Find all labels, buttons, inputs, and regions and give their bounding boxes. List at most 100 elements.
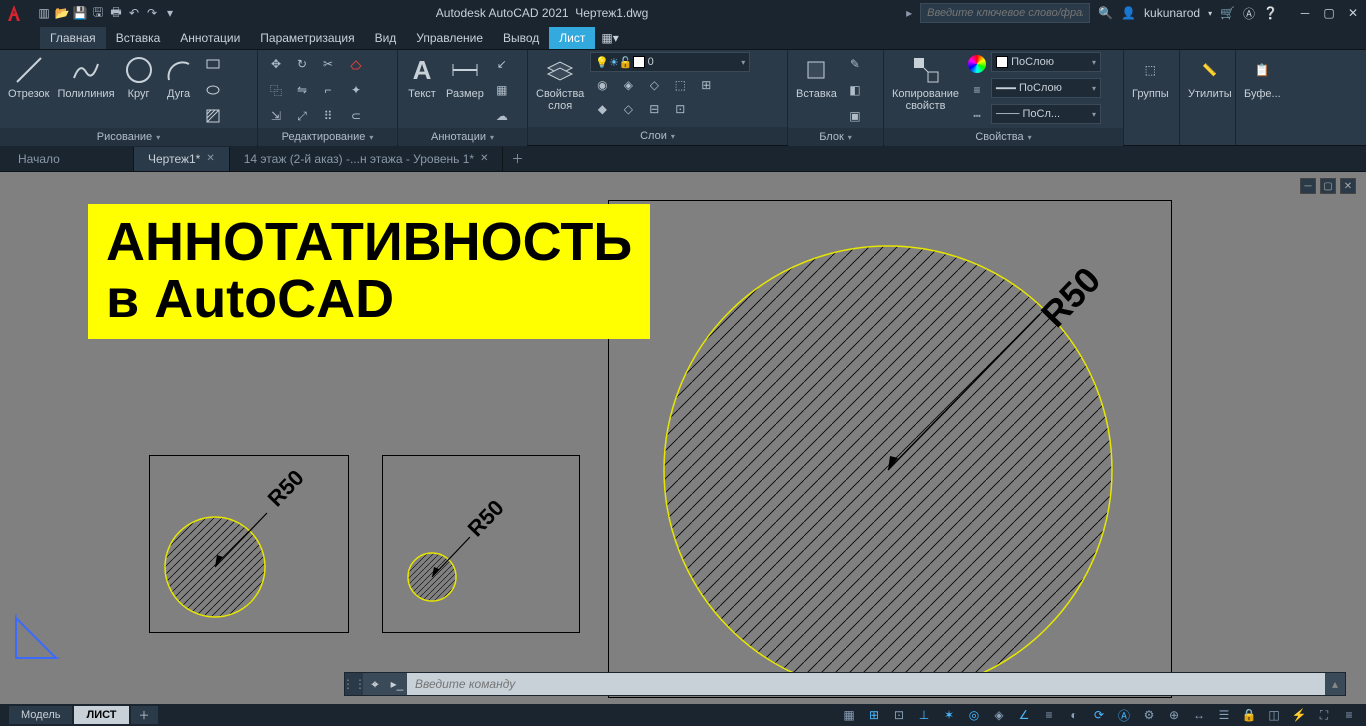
doc-tab-1[interactable]: 14 этаж (2-й аказ) -...н этажа - Уровень… [230,147,504,171]
qat-dropdown-icon[interactable]: ▾ [162,5,178,21]
sb-osnap-icon[interactable]: ◎ [963,706,985,724]
sb-clean-icon[interactable]: ⛶ [1313,706,1335,724]
save-icon[interactable]: 💾 [72,5,88,21]
panel-layers-title[interactable]: Слои [528,127,787,145]
cmdline-grip[interactable]: ⋮⋮ [345,673,363,695]
add-tab-button[interactable]: ＋ [503,150,531,167]
sb-annomonitor-icon[interactable]: ⊕ [1163,706,1185,724]
tab-annotate[interactable]: Аннотации [170,27,250,49]
linetype-combo[interactable]: ─── ПоСл... [991,104,1101,124]
drawing-canvas[interactable]: ─ ▢ ✕ R50 R50 R50 АННОТАТИВНОСТЬ в AutoC… [0,172,1366,704]
tab-manage[interactable]: Управление [406,27,493,49]
groups-button[interactable]: ⬚Группы [1130,52,1171,102]
copy-icon[interactable]: ⿻ [264,78,288,102]
layer-tool-5[interactable]: ⊞ [694,73,718,97]
tab-view[interactable]: Вид [365,27,407,49]
layer-tool-2[interactable]: ◈ [616,73,640,97]
explode-icon[interactable]: ✦ [344,78,368,102]
sb-quickprops-icon[interactable]: ☰ [1213,706,1235,724]
block-create-icon[interactable]: ▣ [843,104,867,128]
ellipse-icon[interactable] [201,78,225,102]
new-icon[interactable]: ▥ [36,5,52,21]
command-input[interactable] [407,673,1325,695]
minimize-icon[interactable]: ─ [1296,4,1314,22]
close-tab-icon[interactable]: ✕ [206,153,214,164]
sb-isolate-icon[interactable]: ◫ [1263,706,1285,724]
sb-units-icon[interactable]: ↔ [1188,706,1210,724]
app-switcher-icon[interactable]: Ⓐ [1243,5,1255,22]
color-combo[interactable]: ПоСлою [991,52,1101,72]
scale-icon[interactable]: ⤢ [290,104,314,128]
start-tab[interactable]: Начало [4,147,134,171]
layer-tool-6[interactable]: ◆ [590,97,614,121]
cloud-icon[interactable]: ☁ [490,104,514,128]
user-icon[interactable]: 👤 [1121,6,1136,20]
sb-lwt-icon[interactable]: ≡ [1038,706,1060,724]
matchprops-button[interactable]: Копирование свойств [890,52,961,114]
insert-button[interactable]: Вставка [794,52,839,102]
model-tab[interactable]: Модель [8,705,73,725]
tab-extra-icon[interactable]: ▦▾ [595,27,624,49]
layer-tool-8[interactable]: ⊟ [642,97,666,121]
leader-icon[interactable]: ↙ [490,52,514,76]
redo-icon[interactable]: ↷ [144,5,160,21]
mirror-icon[interactable]: ⇋ [290,78,314,102]
doc-tab-0[interactable]: Чертеж1*✕ [134,147,230,171]
sb-custom-icon[interactable]: ≡ [1338,706,1360,724]
utils-button[interactable]: 📏Утилиты [1186,52,1234,102]
cart-icon[interactable]: 🛒 [1220,6,1235,20]
circle-button[interactable]: Круг [121,52,157,102]
linetype-icon[interactable]: ┉ [965,104,989,128]
sb-transparency-icon[interactable]: ◐ [1063,706,1085,724]
sb-otrack-icon[interactable]: ∠ [1013,706,1035,724]
tab-home[interactable]: Главная [40,27,106,49]
cmdline-expand-icon[interactable]: ▴ [1325,677,1345,691]
app-logo[interactable] [4,2,30,24]
layer-tool-3[interactable]: ◇ [642,73,666,97]
stretch-icon[interactable]: ⇲ [264,104,288,128]
saveas-icon[interactable]: 🖫 [90,5,106,21]
panel-draw-title[interactable]: Рисование [0,128,257,146]
clipboard-button[interactable]: 📋Буфе... [1242,52,1283,102]
sb-ortho-icon[interactable]: ⊥ [913,706,935,724]
rotate-icon[interactable]: ↻ [290,52,314,76]
viewport-restore-icon[interactable]: ▢ [1320,178,1336,194]
add-layout-button[interactable]: ＋ [130,705,159,725]
viewport-close-icon[interactable]: ✕ [1340,178,1356,194]
layer-tool-9[interactable]: ⊡ [668,97,692,121]
user-dropdown-icon[interactable]: ▾ [1208,9,1212,18]
maximize-icon[interactable]: ▢ [1320,4,1338,22]
sb-annoscale-icon[interactable]: Ⓐ [1113,706,1135,724]
viewport-min-icon[interactable]: ─ [1300,178,1316,194]
undo-icon[interactable]: ↶ [126,5,142,21]
sb-model-icon[interactable]: ▦ [838,706,860,724]
sheet-tab[interactable]: ЛИСТ [73,705,129,725]
print-icon[interactable]: 🖶 [108,5,124,21]
fillet-icon[interactable]: ⌐ [316,78,340,102]
tab-parametric[interactable]: Параметризация [250,27,364,49]
arc-button[interactable]: Дуга [161,52,197,102]
trim-icon[interactable]: ✂ [316,52,340,76]
search-input[interactable] [920,3,1090,23]
layer-combo[interactable]: 💡☀🔓 0 [590,52,750,72]
username[interactable]: kukunarod [1144,6,1200,20]
block-edit-icon[interactable]: ✎ [843,52,867,76]
layer-tool-7[interactable]: ◇ [616,97,640,121]
panel-block-title[interactable]: Блок [788,128,883,146]
hatch-icon[interactable] [201,104,225,128]
rect-icon[interactable] [201,52,225,76]
table-icon[interactable]: ▦ [490,78,514,102]
sb-workspace-icon[interactable]: ⚙ [1138,706,1160,724]
tab-layout[interactable]: Лист [549,27,595,49]
tab-insert[interactable]: Вставка [106,27,171,49]
tab-output[interactable]: Вывод [493,27,549,49]
lineweight-icon[interactable]: ≡ [965,78,989,102]
close-tab-icon[interactable]: ✕ [480,153,488,164]
open-icon[interactable]: 📂 [54,5,70,21]
ucs-icon[interactable] [10,604,70,664]
block-attr-icon[interactable]: ◧ [843,78,867,102]
polyline-button[interactable]: Полилиния [55,52,116,102]
sb-hardware-icon[interactable]: ⚡ [1288,706,1310,724]
sb-grid-icon[interactable]: ⊞ [863,706,885,724]
search-play-icon[interactable]: ▸ [906,6,912,20]
